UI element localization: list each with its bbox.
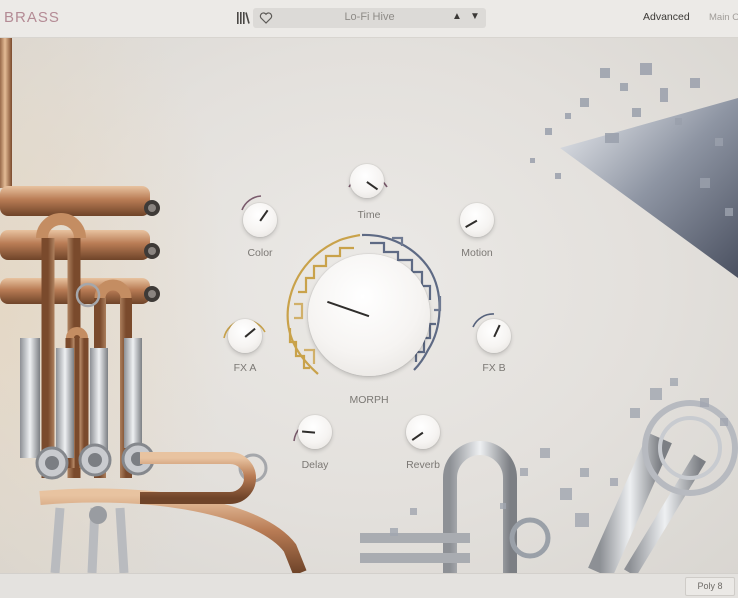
- main-panel: Time Color Motion FX A FX B MORPH Delay …: [0, 38, 738, 573]
- tab-advanced[interactable]: Advanced: [643, 11, 690, 23]
- fx-a-knob[interactable]: [228, 319, 262, 353]
- morph-label: MORPH: [349, 394, 389, 406]
- fx-a-label: FX A: [233, 362, 257, 374]
- next-preset-button[interactable]: ▼: [470, 11, 480, 22]
- reverb-knob[interactable]: [406, 415, 440, 449]
- time-label: Time: [357, 209, 381, 221]
- bottom-bar: Poly 8: [0, 573, 738, 598]
- time-knob[interactable]: [350, 164, 384, 198]
- motion-label: Motion: [461, 247, 493, 259]
- polyphony-button[interactable]: Poly 8: [685, 577, 735, 596]
- preset-selector[interactable]: Lo-Fi Hive ▲ ▼: [253, 8, 486, 28]
- app-logo: BRASS: [4, 9, 60, 26]
- delay-label: Delay: [301, 459, 329, 471]
- delay-knob[interactable]: [298, 415, 332, 449]
- morph-knob[interactable]: [308, 254, 430, 376]
- color-knob[interactable]: [243, 203, 277, 237]
- library-icon[interactable]: [236, 11, 250, 25]
- fx-b-knob[interactable]: [477, 319, 511, 353]
- fx-b-label: FX B: [482, 362, 506, 374]
- color-label: Color: [247, 247, 273, 259]
- previous-preset-button[interactable]: ▲: [452, 11, 462, 22]
- reverb-label: Reverb: [406, 459, 440, 471]
- motion-knob[interactable]: [460, 203, 494, 237]
- top-bar: BRASS Lo-Fi Hive ▲ ▼ Advanced Main O: [0, 0, 738, 38]
- tab-main-output[interactable]: Main O: [709, 12, 738, 23]
